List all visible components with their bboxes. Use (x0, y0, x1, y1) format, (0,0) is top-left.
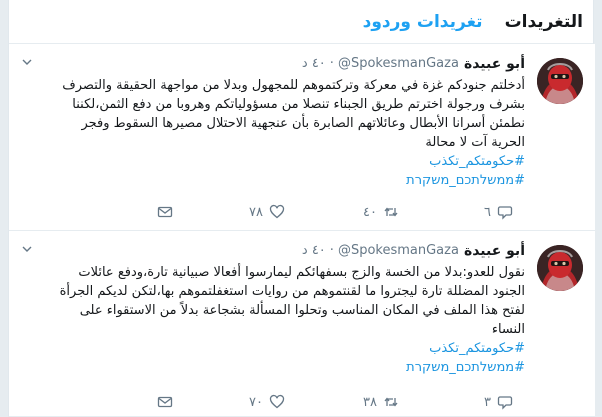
separator-dot: · (329, 243, 334, 258)
heart-icon (269, 204, 285, 219)
reply-icon (497, 396, 513, 410)
like-count: ٧٨ (249, 204, 263, 220)
like-button[interactable]: ٧٠ (249, 394, 285, 410)
reply-count: ٣ (484, 394, 491, 410)
tweet-time[interactable]: ٤٠ د (302, 56, 326, 71)
retweet-button[interactable]: ٤٠ (363, 204, 399, 220)
retweet-button[interactable]: ٣٨ (363, 394, 399, 410)
page-background: التغريدات تغريدات وردود أبو عبيدة @Spoke… (0, 0, 602, 417)
timeline-tabs: التغريدات تغريدات وردود (9, 0, 593, 44)
tweet-text: أدخلتم جنودكم غزة في معركة وتركتموهم للم… (21, 76, 525, 152)
tweet-text: نقول للعدو:بدلا من الخسة والزج بسفهائكم … (21, 263, 525, 339)
retweet-icon (384, 207, 398, 217)
message-button[interactable] (157, 204, 173, 220)
hashtag-link[interactable]: #حكومتكم_تكذب (21, 339, 525, 358)
tweet-text-line: نقول للعدو:بدلا من الخسة والزج بسفهائكم … (78, 265, 525, 280)
envelope-icon (157, 206, 173, 218)
message-button[interactable] (157, 394, 173, 410)
hashtag-link[interactable]: #ממשלתכם_משקרת (21, 358, 525, 377)
heart-icon (269, 394, 285, 409)
tweet-actions: ٦ ٤٠ ٧٨ (21, 204, 525, 224)
reply-button[interactable]: ٣ (484, 394, 513, 410)
retweet-icon (384, 397, 398, 407)
envelope-icon (157, 396, 173, 408)
hashtag-link[interactable]: #ממשלתכם_משקרת (21, 171, 525, 190)
separator-dot: · (329, 56, 334, 71)
tweet-text-line: الجنود المضللة تارة ليجتروا ما لقنتموهم … (59, 284, 525, 299)
like-count: ٧٠ (249, 394, 263, 410)
tweet-text-line: الحرية آت لا محالة (425, 135, 525, 150)
tweet-actions: ٣ ٣٨ ٧٠ (21, 394, 525, 414)
retweet-count: ٤٠ (363, 204, 377, 220)
author-handle[interactable]: @SpokesmanGaza (338, 243, 459, 258)
tweet[interactable]: أبو عبيدة @SpokesmanGaza · ٤٠ د أدخلتم ج… (9, 44, 595, 231)
chevron-down-icon[interactable] (21, 243, 33, 255)
tweet-content: أبو عبيدة @SpokesmanGaza · ٤٠ د نقول للع… (21, 241, 525, 377)
author-name[interactable]: أبو عبيدة (464, 243, 525, 259)
tweet[interactable]: أبو عبيدة @SpokesmanGaza · ٤٠ د نقول للع… (9, 231, 595, 417)
tweet-text-line: لفتح هذا الملف في المكان المناسب وتحلوا … (79, 303, 525, 318)
reply-count: ٦ (484, 204, 491, 220)
author-handle[interactable]: @SpokesmanGaza (338, 56, 459, 71)
tweet-header: أبو عبيدة @SpokesmanGaza · ٤٠ د (21, 54, 525, 73)
tab-tweets-and-replies[interactable]: تغريدات وردود (363, 12, 483, 32)
tweet-text-line: النساء (491, 322, 525, 337)
hashtag-link[interactable]: #حكومتكم_تكذب (21, 152, 525, 171)
tweet-text-line: نطمئن أسرانا الأبطال وعائلاتهم الصابرة ب… (81, 116, 525, 131)
tweet-time[interactable]: ٤٠ د (302, 243, 326, 258)
timeline-card: التغريدات تغريدات وردود أبو عبيدة @Spoke… (8, 0, 595, 417)
avatar[interactable] (537, 58, 583, 104)
author-name[interactable]: أبو عبيدة (464, 56, 525, 72)
like-button[interactable]: ٧٨ (249, 204, 285, 220)
tweet-text-line: بشرف ورجولة اخترتم طريق الجبناء تنصلا من… (72, 97, 525, 112)
avatar[interactable] (537, 245, 583, 291)
tweet-content: أبو عبيدة @SpokesmanGaza · ٤٠ د أدخلتم ج… (21, 54, 525, 190)
reply-icon (497, 206, 513, 220)
tweet-text-line: أدخلتم جنودكم غزة في معركة وتركتموهم للم… (62, 78, 525, 93)
retweet-count: ٣٨ (363, 394, 377, 410)
reply-button[interactable]: ٦ (484, 204, 513, 220)
tab-tweets[interactable]: التغريدات (505, 12, 583, 32)
tweet-header: أبو عبيدة @SpokesmanGaza · ٤٠ د (21, 241, 525, 260)
chevron-down-icon[interactable] (21, 56, 33, 68)
